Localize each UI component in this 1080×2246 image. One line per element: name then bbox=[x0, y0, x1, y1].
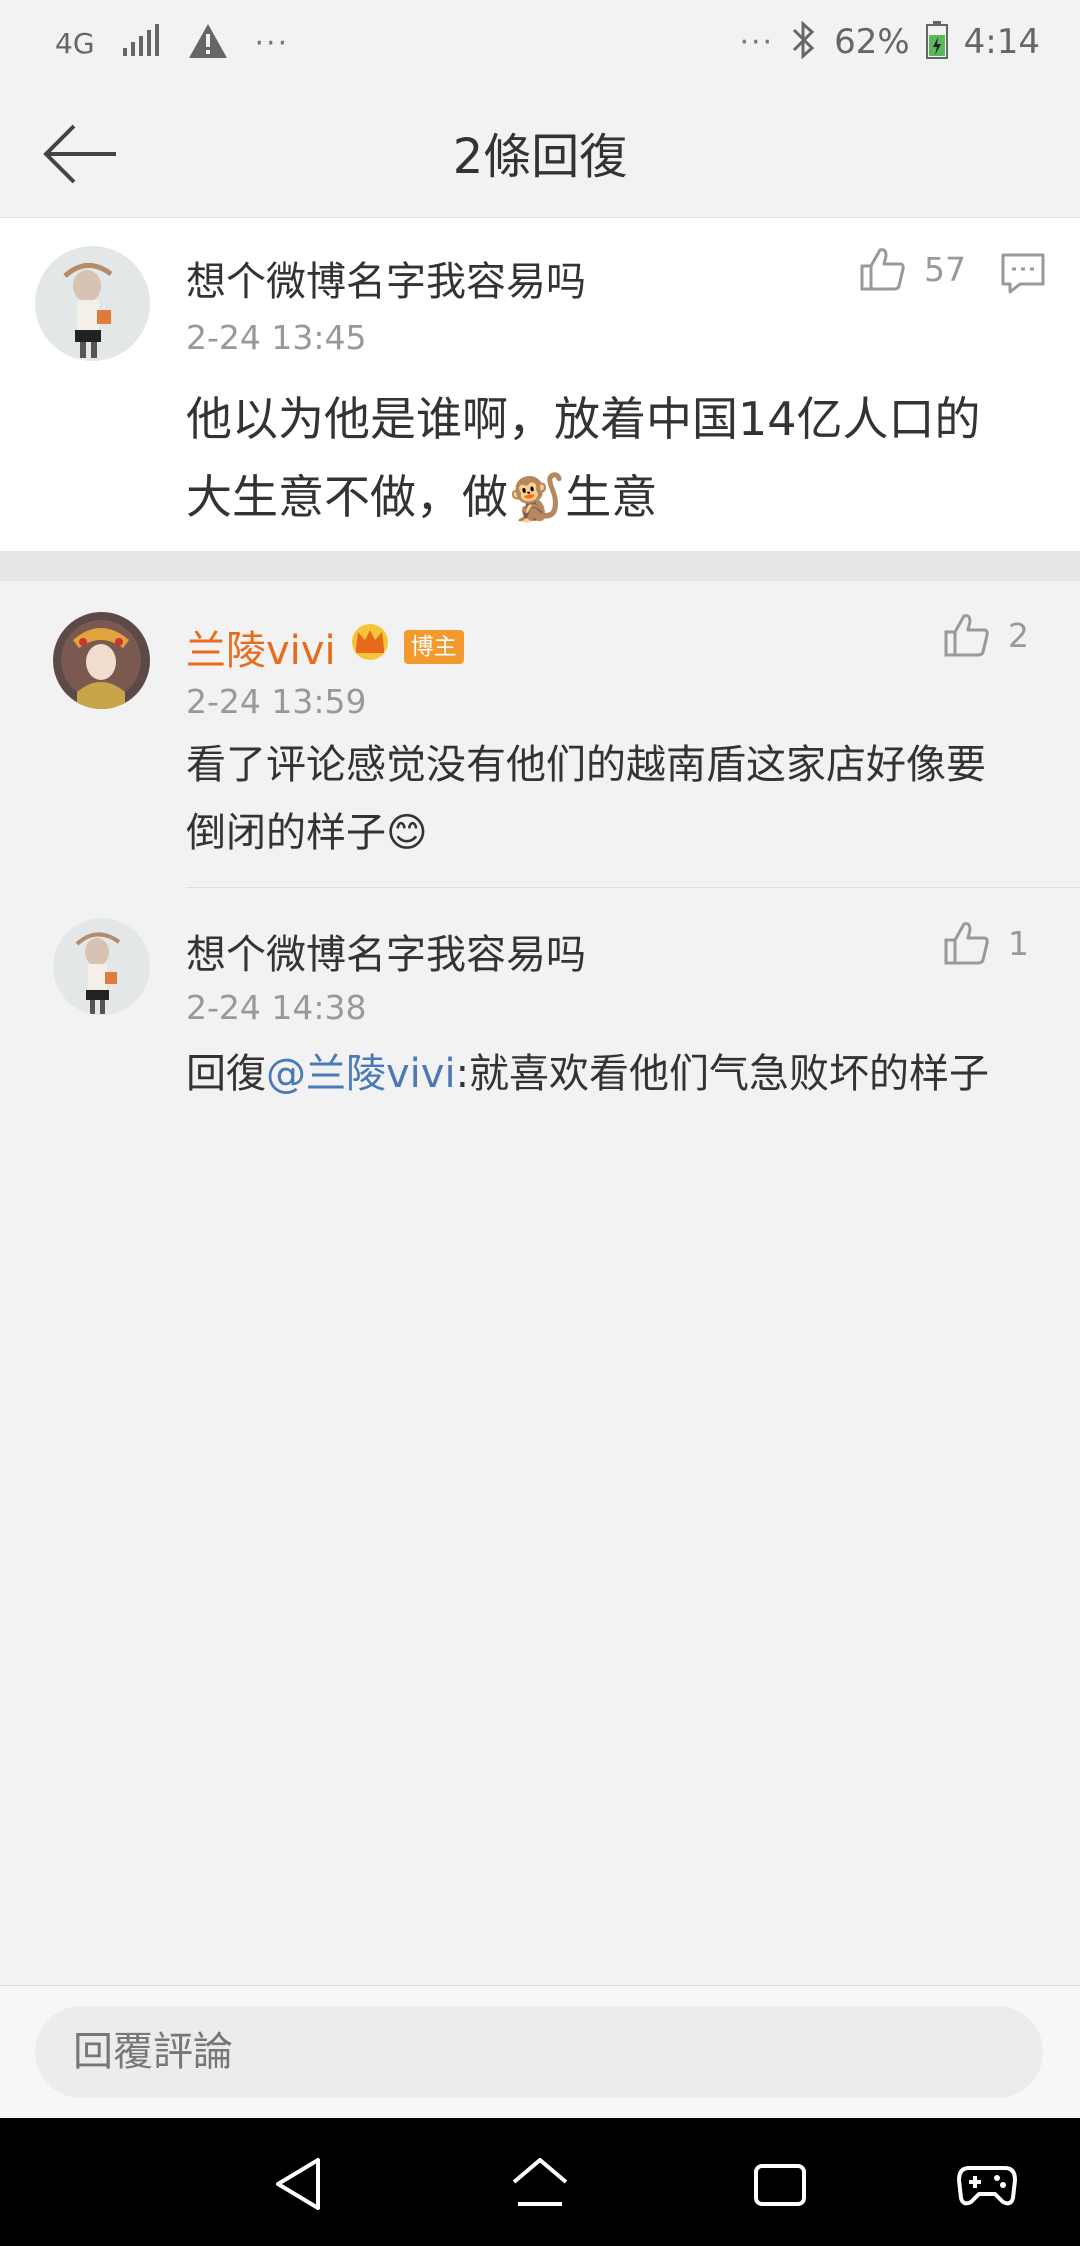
username[interactable]: 兰陵vivi 博主 bbox=[186, 618, 464, 676]
clock: 4:14 bbox=[963, 22, 1040, 62]
section-divider bbox=[0, 551, 1080, 581]
gamepad-icon bbox=[957, 2166, 1017, 2206]
reply-divider bbox=[186, 887, 1080, 888]
reply-text-line2-text: 倒闭的样子 bbox=[186, 810, 386, 856]
status-bar: 4G ··· ··· 62% 4:14 bbox=[0, 0, 1080, 90]
like-button[interactable]: 1 bbox=[942, 920, 1029, 966]
bluetooth-icon bbox=[790, 20, 818, 64]
recents-icon bbox=[754, 2164, 806, 2206]
reply-body: :就喜欢看他们气急败坏的样子 bbox=[455, 1051, 990, 1097]
thumbs-up-icon bbox=[860, 248, 905, 291]
warning-icon bbox=[187, 22, 229, 64]
comment-text-part2: 生意 bbox=[565, 470, 658, 524]
comment-text-line1: 他以为他是谁啊，放着中国14亿人口的 bbox=[186, 392, 981, 446]
network-indicator: 4G bbox=[55, 26, 95, 60]
reply-text: 回復@兰陵vivi:就喜欢看他们气急败坏的样子 bbox=[186, 1040, 1066, 1108]
comment-time: 2-24 13:59 bbox=[186, 682, 367, 721]
like-button[interactable]: 2 bbox=[942, 612, 1029, 658]
main-comment: 想个微博名字我容易吗 2-24 13:45 57 他以为他是谁啊，放着中国14亿… bbox=[0, 218, 1080, 551]
battery-icon bbox=[925, 21, 948, 63]
reply-text-line1: 看了评论感觉没有他们的越南盾这家店好像要 bbox=[186, 742, 986, 788]
username[interactable]: 想个微博名字我容易吗 bbox=[186, 922, 586, 980]
comment-text-line2: 大生意不做，做🐒生意 bbox=[186, 458, 1046, 536]
username[interactable]: 想个微博名字我容易吗 bbox=[186, 249, 586, 307]
comment-time: 2-24 14:38 bbox=[186, 988, 367, 1027]
comment-text-part1: 大生意不做，做 bbox=[186, 470, 508, 524]
home-icon bbox=[512, 2158, 568, 2206]
avatar[interactable] bbox=[53, 918, 150, 1015]
page-title: 2條回復 bbox=[452, 129, 628, 185]
crown-icon bbox=[348, 622, 392, 672]
thumbs-up-icon bbox=[944, 922, 989, 965]
nav-recents-button[interactable] bbox=[748, 2152, 812, 2216]
battery-percent: 62% bbox=[834, 22, 910, 62]
blogger-badge: 博主 bbox=[403, 630, 464, 664]
smile-emoji-icon: 😊 bbox=[386, 810, 428, 856]
like-button[interactable]: 57 bbox=[858, 246, 966, 292]
reply-input[interactable] bbox=[35, 2006, 1043, 2098]
monkey-emoji-icon: 🐒 bbox=[508, 470, 566, 524]
like-count: 57 bbox=[924, 249, 966, 289]
signal-icon bbox=[121, 24, 161, 62]
reply-bar bbox=[0, 1985, 1080, 2119]
mention-link[interactable]: @兰陵vivi bbox=[266, 1051, 456, 1097]
back-triangle-icon bbox=[276, 2158, 320, 2210]
notification-dots: ··· bbox=[254, 25, 290, 61]
header: 2條回復 bbox=[0, 90, 1080, 218]
comment-icon[interactable] bbox=[1000, 252, 1046, 298]
reply-prefix: 回復 bbox=[186, 1051, 266, 1097]
status-dots: ··· bbox=[739, 24, 775, 60]
comment-time: 2-24 13:45 bbox=[186, 318, 367, 357]
reply-text: 看了评论感觉没有他们的越南盾这家店好像要 倒闭的样子😊 bbox=[186, 731, 1066, 867]
like-count: 1 bbox=[1008, 923, 1029, 963]
system-nav-bar bbox=[0, 2118, 1080, 2246]
nav-home-button[interactable] bbox=[508, 2152, 572, 2216]
avatar[interactable] bbox=[53, 612, 150, 709]
nav-back-button[interactable] bbox=[268, 2152, 332, 2216]
nav-game-button[interactable] bbox=[955, 2152, 1019, 2216]
like-count: 2 bbox=[1008, 615, 1029, 655]
thumbs-up-icon bbox=[944, 614, 989, 657]
comment-text: 他以为他是谁啊，放着中国14亿人口的 大生意不做，做🐒生意 bbox=[186, 380, 1046, 536]
username-text: 兰陵vivi bbox=[186, 628, 336, 674]
reply-text-line2: 倒闭的样子😊 bbox=[186, 799, 1066, 867]
avatar[interactable] bbox=[35, 246, 150, 361]
